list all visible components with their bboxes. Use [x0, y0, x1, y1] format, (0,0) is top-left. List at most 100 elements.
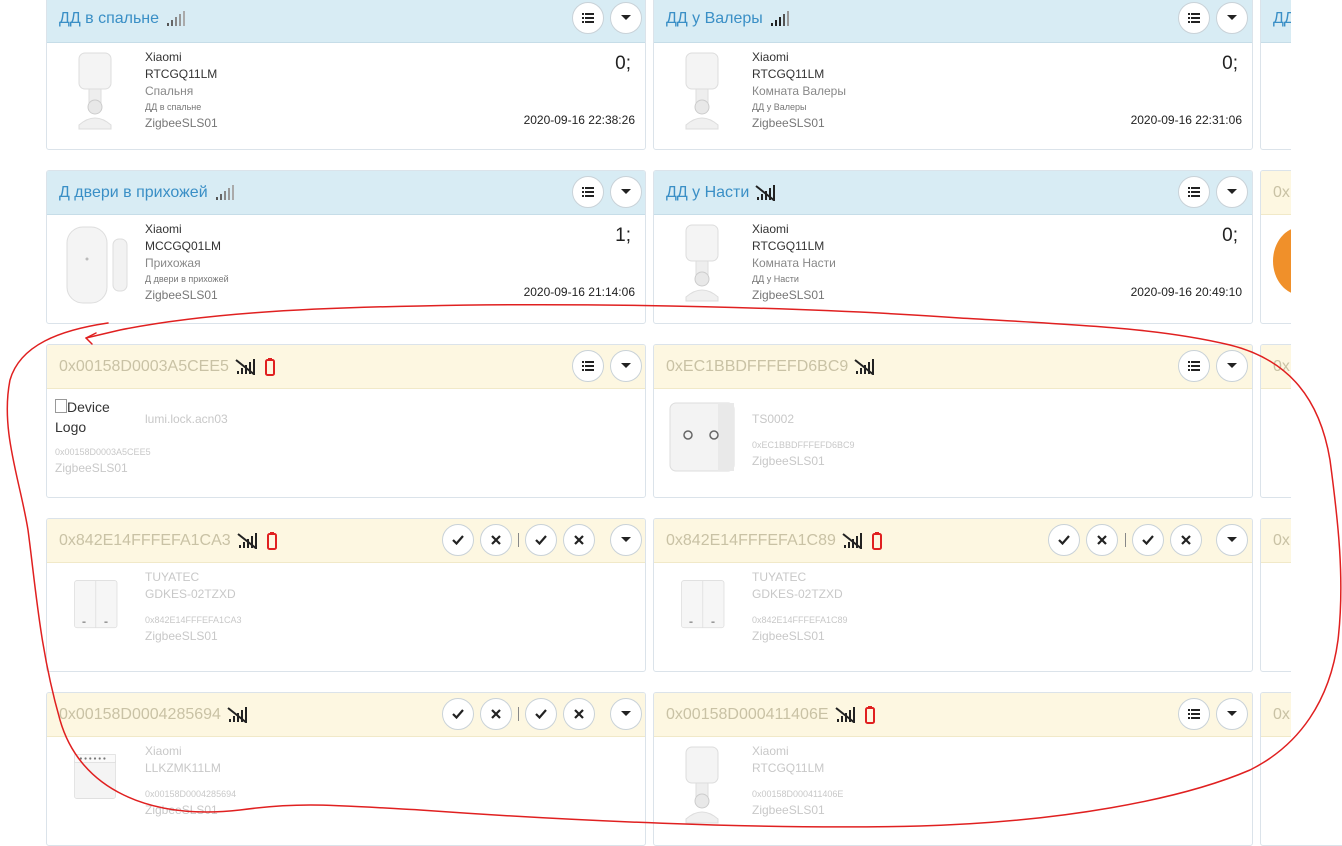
motion-sensor-image — [78, 52, 112, 130]
switch2-off-button[interactable] — [1170, 524, 1202, 556]
list-icon — [1188, 360, 1200, 372]
caret-down-icon — [1227, 711, 1237, 717]
device-card: 0x00158D0004285694 Xiaomi LLKZMK11LM 0x0… — [46, 692, 646, 846]
dropdown-button[interactable] — [610, 2, 642, 34]
menu-button[interactable] — [1178, 350, 1210, 382]
relay2-on-button[interactable] — [525, 698, 557, 730]
switch1-off-button[interactable] — [480, 524, 512, 556]
address-label: 0x842E14FFFEFA1CA3 — [145, 615, 242, 625]
x-icon — [574, 535, 584, 545]
relay1-on-button[interactable] — [442, 698, 474, 730]
card-title[interactable]: 0x00158D000411406E — [666, 706, 875, 724]
list-icon — [1188, 708, 1200, 720]
gateway-label: ZigbeeSLS01 — [145, 629, 218, 643]
menu-button[interactable] — [572, 2, 604, 34]
motion-sensor-image — [685, 224, 719, 302]
switch1-off-button[interactable] — [1086, 524, 1118, 556]
model-label: GDKES-02TZXD — [752, 587, 843, 601]
device-title[interactable]: 0x842E14FFFEFA1C89 — [666, 532, 836, 550]
model-label: lumi.lock.acn03 — [145, 412, 228, 426]
device-card: ДД у Насти Xiaomi RTCGQ11LM Комната Наст… — [653, 170, 1253, 324]
sensor-value: 0; — [1222, 53, 1238, 74]
device-info: Xiaomi LLKZMK11LM 0x00158D0004285694 Zig… — [145, 743, 236, 819]
device-title[interactable]: 0x — [1273, 358, 1290, 376]
address-label: 0x00158D000411406E — [752, 789, 844, 799]
dropdown-button[interactable] — [610, 350, 642, 382]
card-header: ДД у Насти — [654, 171, 1252, 215]
no-signal-icon — [227, 707, 247, 723]
motion-sensor-image — [685, 52, 719, 130]
relay1-off-button[interactable] — [480, 698, 512, 730]
dropdown-button[interactable] — [610, 524, 642, 556]
dropdown-button[interactable] — [1216, 524, 1248, 556]
menu-button[interactable] — [1178, 176, 1210, 208]
button-divider — [1125, 533, 1126, 547]
model-label: RTCGQ11LM — [752, 761, 825, 775]
card-title[interactable]: 0x — [1273, 358, 1290, 376]
card-title[interactable]: 0x00158D0004285694 — [59, 706, 247, 724]
gateway-label: ZigbeeSLS01 — [752, 803, 825, 817]
device-title[interactable]: ДД у Валеры — [666, 10, 763, 28]
switch1-on-button[interactable] — [442, 524, 474, 556]
card-body: Xiaomi RTCGQ11LM 0x00158D000411406E Zigb… — [654, 737, 1252, 845]
device-card: 0x00158D000411406E Xiaomi RTCGQ11LM 0x00… — [653, 692, 1253, 846]
no-signal-icon — [854, 359, 875, 375]
switch1-on-button[interactable] — [1048, 524, 1080, 556]
card-title[interactable]: ДД у Насти — [666, 184, 776, 202]
card-title[interactable]: ДД в спальне — [59, 10, 186, 28]
timestamp: 2020-09-16 22:31:06 — [1130, 113, 1242, 127]
card-title[interactable]: 0xEC1BBDFFFEFD6BC9 — [666, 358, 875, 376]
dropdown-button[interactable] — [610, 176, 642, 208]
card-title[interactable]: 0x — [1273, 706, 1290, 724]
card-title[interactable]: 0x — [1273, 184, 1290, 202]
device-info: TS0002 0xEC1BBDFFFEFD6BC9 ZigbeeSLS01 — [752, 411, 855, 470]
device-title[interactable]: 0x — [1273, 184, 1290, 202]
card-body: TUYATEC GDKES-02TZXD 0x842E14FFFEFA1C89 … — [654, 563, 1252, 671]
card-title[interactable]: 0x842E14FFFEFA1CA3 — [59, 532, 277, 550]
card-title[interactable]: ДД у Валеры — [666, 10, 789, 28]
list-icon — [1188, 186, 1200, 198]
device-title[interactable]: 0x842E14FFFEFA1CA3 — [59, 532, 231, 550]
device-title[interactable]: ДД в спальне — [59, 10, 159, 28]
menu-button[interactable] — [1178, 2, 1210, 34]
device-title[interactable]: Д двери в прихожей — [59, 184, 208, 202]
switch2-off-button[interactable] — [563, 524, 595, 556]
device-title[interactable]: 0x — [1273, 532, 1290, 550]
list-icon — [582, 186, 594, 198]
address-label: 0xEC1BBDFFFEFD6BC9 — [752, 440, 855, 450]
device-title[interactable]: 0xEC1BBDFFFEFD6BC9 — [666, 358, 848, 376]
device-title[interactable]: 0x00158D0004285694 — [59, 706, 221, 724]
card-title[interactable]: Д двери в прихожей — [59, 184, 234, 202]
wall-switch-image — [669, 402, 735, 472]
switch2-on-button[interactable] — [525, 524, 557, 556]
card-title[interactable]: 0x00158D0003A5CEE5 — [59, 358, 275, 376]
dropdown-button[interactable] — [1216, 2, 1248, 34]
device-title[interactable]: 0x — [1273, 706, 1290, 724]
address-label: 0x00158D0003A5CEE5 — [55, 447, 151, 457]
no-signal-icon — [237, 533, 257, 549]
menu-button[interactable] — [1178, 698, 1210, 730]
dropdown-button[interactable] — [1216, 350, 1248, 382]
menu-button[interactable] — [572, 176, 604, 208]
card-header: Д двери в прихожей — [47, 171, 645, 215]
relay2-off-button[interactable] — [563, 698, 595, 730]
sensor-value: 0; — [615, 53, 631, 74]
menu-button[interactable] — [572, 350, 604, 382]
card-title[interactable]: 0x — [1273, 532, 1290, 550]
card-title[interactable]: 0x842E14FFFEFA1C89 — [666, 532, 882, 550]
dropdown-button[interactable] — [1216, 698, 1248, 730]
device-title[interactable]: 0x00158D000411406E — [666, 706, 829, 724]
gateway-label: ZigbeeSLS01 — [752, 454, 825, 468]
signal-bars-icon — [769, 11, 789, 27]
device-title[interactable]: ДД у Насти — [666, 184, 749, 202]
device-title[interactable]: 0x00158D0003A5CEE5 — [59, 358, 229, 376]
card-header: 0x00158D0003A5CEE5 — [47, 345, 645, 389]
list-icon — [582, 12, 594, 24]
dropdown-button[interactable] — [610, 698, 642, 730]
switch2-on-button[interactable] — [1132, 524, 1164, 556]
dropdown-button[interactable] — [1216, 176, 1248, 208]
no-signal-icon — [235, 359, 255, 375]
device-info: lumi.lock.acn03 — [145, 411, 228, 428]
name-small-label: ДД у Валеры — [752, 102, 807, 112]
location-label: Комната Насти — [752, 256, 836, 270]
